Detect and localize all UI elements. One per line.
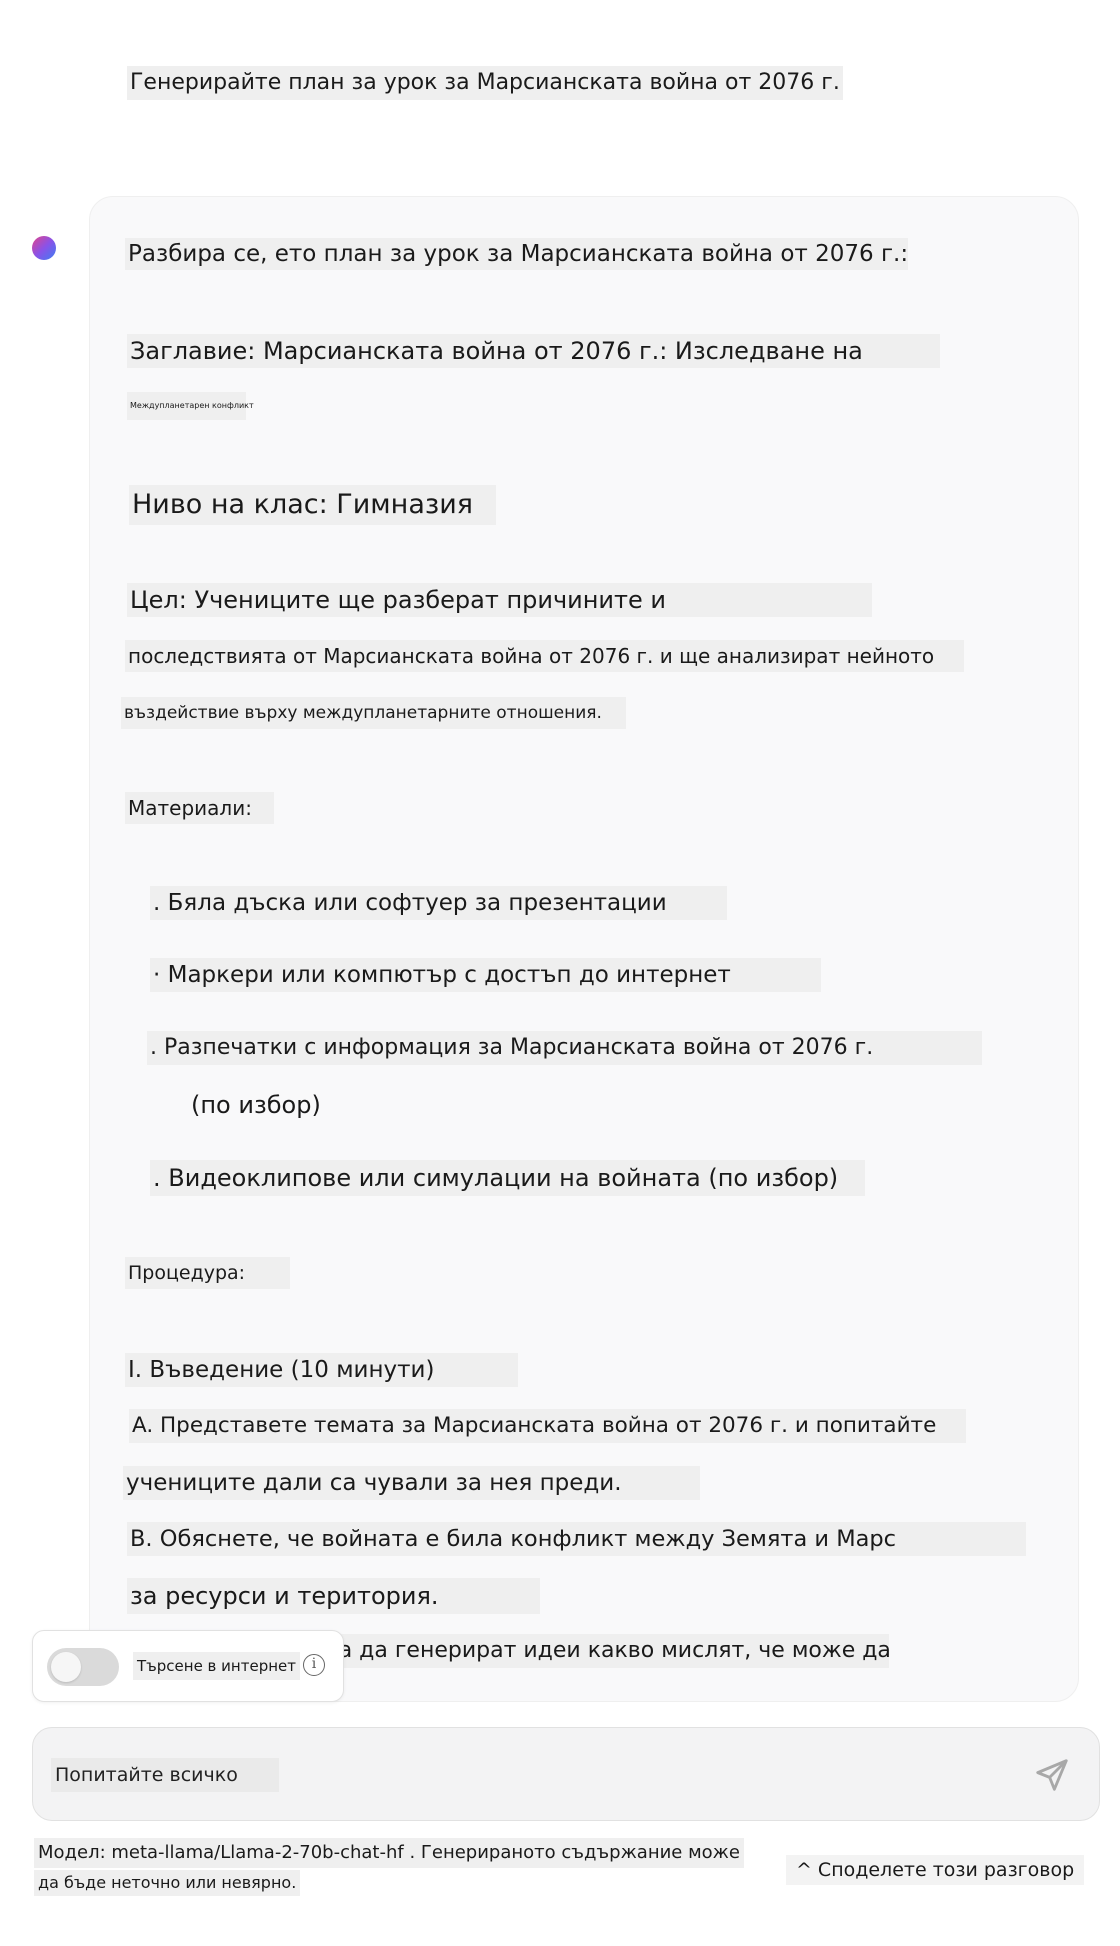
web-search-control: Търсене в интернет i — [32, 1630, 344, 1702]
procedure-step-a-line2: учениците дали са чували за нея преди. — [123, 1466, 700, 1500]
procedure-step-a-line1: A. Представете темата за Марсианската во… — [129, 1409, 966, 1443]
model-disclaimer-line2: да бъде неточно или невярно. — [34, 1870, 301, 1896]
lesson-title-line1: Заглавие: Марсианската война от 2076 г.:… — [127, 334, 940, 368]
web-search-label: Търсене в интернет — [133, 1652, 300, 1680]
materials-heading: Материали: — [125, 792, 274, 824]
materials-item: . Бяла дъска или софтуер за презентации — [150, 886, 727, 920]
materials-item: . Разпечатки с информация за Марсианскат… — [147, 1031, 982, 1065]
materials-item: · Маркери или компютър с достъп до интер… — [150, 958, 821, 992]
materials-item: . Видеоклипове или симулации на войната … — [150, 1160, 865, 1196]
lesson-title-line2: Междупланетарен конфликт — [127, 392, 254, 420]
web-search-toggle[interactable] — [47, 1648, 119, 1686]
model-disclaimer: Модел: meta-llama/Llama-2-70b-chat-hf . … — [34, 1838, 744, 1868]
user-message: Генерирайте план за урок за Марсианската… — [127, 66, 843, 100]
procedure-heading: Процедура: — [125, 1257, 290, 1289]
materials-item-note: (по избор) — [191, 1091, 321, 1119]
objective-line3: въздействие върху междупланетарните отно… — [121, 697, 626, 729]
info-icon[interactable]: i — [303, 1654, 325, 1676]
procedure-step-b-line1: B. Обяснете, че войната е била конфликт … — [127, 1522, 1026, 1556]
grade-level: Ниво на клас: Гимназия — [129, 485, 496, 525]
send-icon[interactable] — [1033, 1756, 1071, 1794]
objective-line2: последствията от Марсианската война от 2… — [125, 640, 964, 672]
share-conversation-button[interactable]: ^ Споделете този разговор — [786, 1855, 1085, 1885]
toggle-knob — [51, 1652, 81, 1682]
chat-input-container — [32, 1727, 1100, 1821]
procedure-partial-line: за да генерират идеи какво мислят, че мо… — [324, 1634, 891, 1668]
procedure-section-intro: I. Въведение (10 минути) — [125, 1353, 518, 1387]
share-label: Споделете този разговор — [817, 1859, 1075, 1881]
objective-line1: Цел: Учениците ще разберат причините и — [127, 583, 872, 617]
procedure-step-b-line2: за ресурси и територия. — [127, 1578, 540, 1614]
share-caret-icon: ^ — [796, 1859, 812, 1881]
assistant-avatar-icon — [32, 236, 56, 260]
model-link[interactable]: Модел: meta-llama/Llama-2-70b-chat-hf . … — [38, 1842, 740, 1863]
assistant-intro: Разбира се, ето план за урок за Марсианс… — [125, 238, 908, 270]
chat-input[interactable] — [51, 1758, 279, 1792]
